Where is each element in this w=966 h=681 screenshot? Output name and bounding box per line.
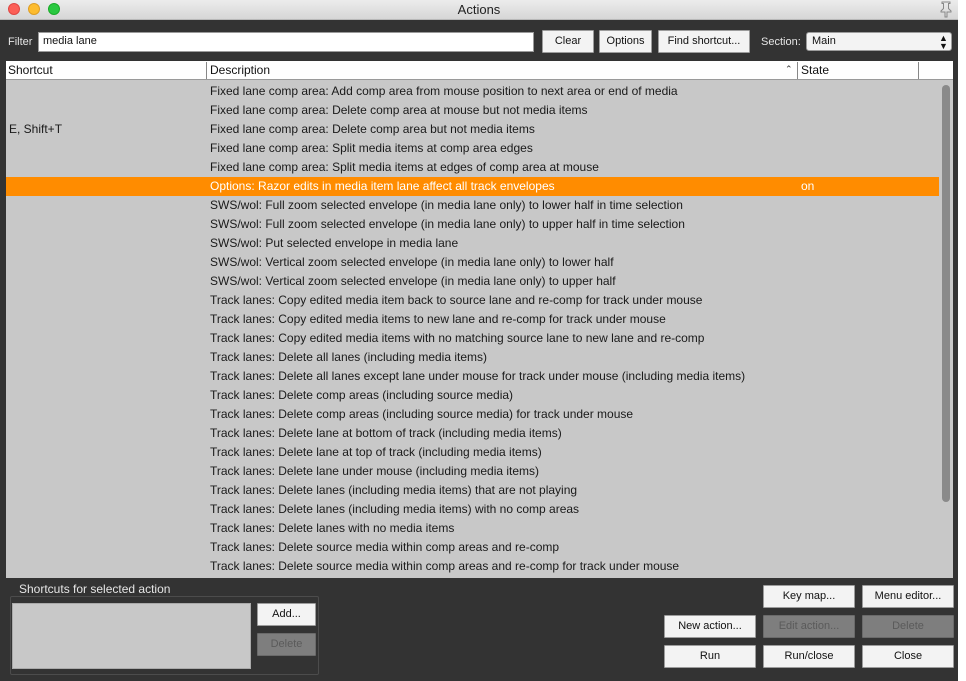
row-description: Track lanes: Copy edited media items wit… — [210, 331, 705, 345]
column-divider[interactable] — [797, 62, 798, 79]
row-description: Track lanes: Delete lanes (including med… — [210, 483, 578, 497]
edit-action-button[interactable]: Edit action... — [763, 615, 855, 638]
table-row[interactable]: Track lanes: Delete comp areas (includin… — [6, 405, 939, 424]
window-title: Actions — [457, 2, 501, 17]
table-row[interactable]: Fixed lane comp area: Split media items … — [6, 139, 939, 158]
row-description: Track lanes: Copy edited media items to … — [210, 312, 666, 326]
table-row[interactable]: Track lanes: Delete comp areas (includin… — [6, 386, 939, 405]
table-header: Shortcut Description ⌃ State — [6, 61, 953, 80]
section-value: Main — [812, 35, 836, 47]
table-row[interactable]: Fixed lane comp area: Split media items … — [6, 158, 939, 177]
filter-input[interactable]: media lane — [38, 32, 534, 52]
column-header-description[interactable]: Description — [210, 61, 270, 80]
add-shortcut-button[interactable]: Add... — [257, 603, 316, 626]
table-row[interactable]: Options: Razor edits in media item lane … — [6, 177, 939, 196]
row-description: Track lanes: Delete source media within … — [210, 559, 680, 573]
row-description: Fixed lane comp area: Delete comp area a… — [210, 103, 588, 117]
table-row[interactable]: SWS/wol: Put selected envelope in media … — [6, 234, 939, 253]
vertical-scrollbar[interactable] — [942, 85, 950, 502]
column-header-shortcut[interactable]: Shortcut — [8, 61, 53, 80]
find-shortcut-button[interactable]: Find shortcut... — [658, 30, 750, 53]
row-description: Track lanes: Delete source media within … — [210, 540, 560, 554]
shortcuts-list[interactable] — [12, 603, 251, 669]
table-row[interactable]: SWS/wol: Vertical zoom selected envelope… — [6, 272, 939, 291]
row-description: Fixed lane comp area: Delete comp area b… — [210, 122, 535, 136]
options-button[interactable]: Options — [599, 30, 652, 53]
table-row[interactable]: Track lanes: Copy edited media items to … — [6, 310, 939, 329]
table-row[interactable]: Fixed lane comp area: Add comp area from… — [6, 82, 939, 101]
row-description: Track lanes: Delete comp areas (includin… — [210, 388, 514, 402]
table-row[interactable]: Track lanes: Copy edited media item back… — [6, 291, 939, 310]
pin-icon[interactable] — [938, 1, 954, 18]
shortcuts-panel-title: Shortcuts for selected action — [19, 582, 171, 596]
row-description: Track lanes: Delete lanes with no media … — [210, 521, 455, 535]
delete-shortcut-button[interactable]: Delete — [257, 633, 316, 656]
table-row[interactable]: Track lanes: Copy edited media items wit… — [6, 329, 939, 348]
clear-button[interactable]: Clear — [542, 30, 594, 53]
table-row[interactable]: Track lanes: Delete lane under mouse (in… — [6, 462, 939, 481]
row-description: SWS/wol: Put selected envelope in media … — [210, 236, 459, 250]
row-description: Fixed lane comp area: Split media items … — [210, 160, 599, 174]
row-description: Track lanes: Copy edited media item back… — [210, 293, 703, 307]
run-close-button[interactable]: Run/close — [763, 645, 855, 668]
row-state: on — [801, 179, 815, 193]
column-divider[interactable] — [206, 62, 207, 79]
table-row[interactable]: SWS/wol: Vertical zoom selected envelope… — [6, 253, 939, 272]
title-bar[interactable]: Actions — [0, 0, 958, 20]
run-button[interactable]: Run — [664, 645, 756, 668]
menu-editor-button[interactable]: Menu editor... — [862, 585, 954, 608]
row-description: Fixed lane comp area: Add comp area from… — [210, 84, 678, 98]
row-description: Track lanes: Delete lane at top of track… — [210, 445, 542, 459]
row-description: Track lanes: Delete lane under mouse (in… — [210, 464, 540, 478]
table-row[interactable]: Track lanes: Delete lanes (including med… — [6, 500, 939, 519]
row-description: Track lanes: Delete lanes (including med… — [210, 502, 580, 516]
table-row[interactable]: SWS/wol: Full zoom selected envelope (in… — [6, 196, 939, 215]
row-description: SWS/wol: Vertical zoom selected envelope… — [210, 255, 614, 269]
new-action-button[interactable]: New action... — [664, 615, 756, 638]
row-description: Fixed lane comp area: Split media items … — [210, 141, 533, 155]
row-description: SWS/wol: Full zoom selected envelope (in… — [210, 198, 683, 212]
row-description: SWS/wol: Vertical zoom selected envelope… — [210, 274, 616, 288]
section-select[interactable]: Main ▲ ▼ — [806, 32, 952, 51]
row-description: Track lanes: Delete all lanes (including… — [210, 350, 488, 364]
table-row[interactable]: Track lanes: Delete lane at top of track… — [6, 443, 939, 462]
row-description: Options: Razor edits in media item lane … — [210, 179, 555, 193]
row-description: SWS/wol: Full zoom selected envelope (in… — [210, 217, 685, 231]
key-map-button[interactable]: Key map... — [763, 585, 855, 608]
row-shortcut: E, Shift+T — [9, 122, 63, 136]
table-row[interactable]: Track lanes: Delete source media within … — [6, 557, 939, 576]
actions-table[interactable]: Shortcut Description ⌃ State Fixed lane … — [6, 61, 953, 578]
column-divider[interactable] — [918, 62, 919, 79]
table-row[interactable]: Track lanes: Delete lanes with no media … — [6, 519, 939, 538]
section-label: Section: — [761, 36, 801, 48]
table-row[interactable]: Fixed lane comp area: Delete comp area a… — [6, 101, 939, 120]
column-header-state[interactable]: State — [801, 61, 829, 80]
table-row[interactable]: E, Shift+T Fixed lane comp area: Delete c… — [6, 120, 939, 139]
table-row[interactable]: Track lanes: Delete source media within … — [6, 538, 939, 557]
filter-label: Filter — [8, 36, 33, 48]
row-description: Track lanes: Delete lane at bottom of tr… — [210, 426, 562, 440]
table-row[interactable]: SWS/wol: Full zoom selected envelope (in… — [6, 215, 939, 234]
table-row[interactable]: Track lanes: Delete lane at bottom of tr… — [6, 424, 939, 443]
row-description: Track lanes: Delete all lanes except lan… — [210, 369, 746, 383]
close-button[interactable]: Close — [862, 645, 954, 668]
row-description: Track lanes: Delete comp areas (includin… — [210, 407, 634, 421]
table-row[interactable]: Track lanes: Delete lanes (including med… — [6, 481, 939, 500]
delete-action-button[interactable]: Delete — [862, 615, 954, 638]
table-row[interactable]: Track lanes: Delete all lanes except lan… — [6, 367, 939, 386]
sort-ascending-icon: ⌃ — [785, 64, 793, 74]
table-row[interactable]: Track lanes: Delete all lanes (including… — [6, 348, 939, 367]
actions-window: Actions Filter media lane Clear Options … — [0, 0, 958, 681]
table-body: Fixed lane comp area: Add comp area from… — [6, 82, 939, 576]
chevron-updown-icon: ▲ ▼ — [939, 33, 948, 51]
